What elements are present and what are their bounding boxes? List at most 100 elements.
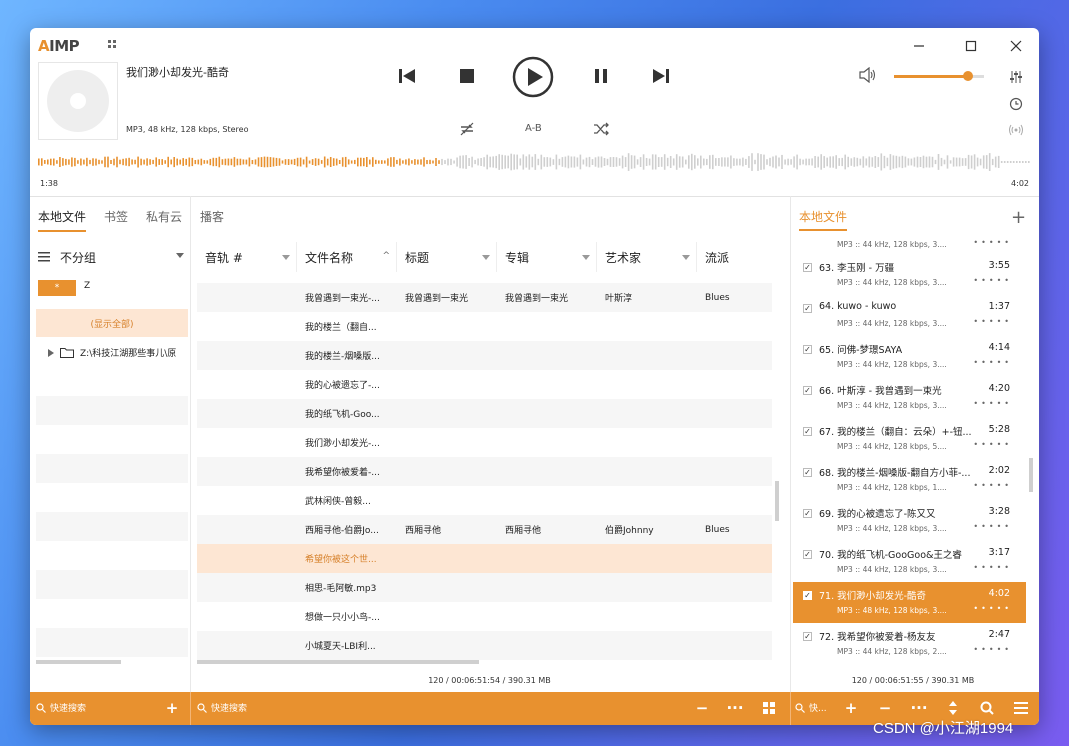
- rating-dots[interactable]: •••••: [973, 317, 1012, 326]
- list-item[interactable]: ✓ 68. 我的楼兰-烟嗓版-翻自方小菲-... 2:02 MP3 :: 44 kHz…: [793, 459, 1026, 500]
- rating-dots[interactable]: •••••: [973, 481, 1012, 490]
- playlist-search-button[interactable]: [976, 697, 998, 719]
- table-row[interactable]: 相思-毛阿敏.mp3: [197, 573, 772, 602]
- column-artist[interactable]: 艺术家: [597, 242, 697, 272]
- quick-search-playlist[interactable]: 快...: [795, 701, 827, 714]
- quick-search-groups[interactable]: 快速搜索: [36, 701, 86, 714]
- play-button[interactable]: [512, 56, 554, 98]
- list-item[interactable]: ✓ 70. 我的纸飞机-GooGoo&王之睿 3:17 MP3 :: 44 kHz, …: [793, 541, 1026, 582]
- repeat-button[interactable]: [458, 121, 476, 137]
- table-row[interactable]: 武林闲侠-曾毅...: [197, 486, 772, 515]
- table-row[interactable]: 我的心被遗忘了-...: [197, 370, 772, 399]
- table-row[interactable]: 我的楼兰-烟嗓版...: [197, 341, 772, 370]
- column-title[interactable]: 标题: [397, 242, 497, 272]
- minimize-button[interactable]: [899, 34, 939, 58]
- rating-dots[interactable]: •••••: [973, 645, 1012, 654]
- left-horizontal-scrollbar[interactable]: [36, 660, 121, 664]
- playlist-more-button[interactable]: ···: [908, 697, 930, 719]
- rating-dots[interactable]: •••••: [973, 358, 1012, 367]
- ab-repeat-button[interactable]: A-B: [525, 123, 542, 134]
- add-files-button[interactable]: +: [840, 697, 862, 719]
- pause-button[interactable]: [591, 66, 611, 86]
- checkbox[interactable]: ✓: [803, 263, 812, 272]
- volume-button[interactable]: [859, 66, 877, 87]
- radio-button[interactable]: [1008, 122, 1024, 138]
- shuffle-button[interactable]: [592, 121, 610, 137]
- column-track[interactable]: 音轨 #: [197, 242, 297, 272]
- scheduler-button[interactable]: [1008, 96, 1024, 112]
- volume-slider[interactable]: [894, 71, 984, 81]
- table-row[interactable]: 我希望你被爱着-...: [197, 457, 772, 486]
- playlist-menu-button[interactable]: [1010, 697, 1032, 719]
- list-item[interactable]: ✓ 71. 我们渺小却发光-酷奇 4:02 MP3 :: 48 kHz, 128 kb…: [793, 582, 1026, 623]
- table-row[interactable]: 小城夏天-LBI利...: [197, 631, 772, 660]
- checkbox[interactable]: ✓: [803, 345, 812, 354]
- table-row[interactable]: 我们渺小却发光-...: [197, 428, 772, 457]
- stop-button[interactable]: [457, 66, 477, 86]
- checkbox[interactable]: ✓: [803, 550, 812, 559]
- maximize-button[interactable]: [951, 34, 991, 58]
- quick-search-library[interactable]: 快速搜索: [197, 701, 247, 714]
- folder-node[interactable]: Z:\科技江湖那些事儿\原: [48, 346, 188, 359]
- column-album[interactable]: 专辑: [497, 242, 597, 272]
- table-row[interactable]: 希望你被这个世...: [197, 544, 772, 573]
- list-item[interactable]: ✓ 72. 我希望你被爱着-杨友友 2:47 MP3 :: 44 kHz, 128 k…: [793, 623, 1026, 664]
- sort-button[interactable]: [942, 697, 964, 719]
- column-filename[interactable]: 文件名称 ^: [297, 242, 397, 272]
- table-vertical-scrollbar[interactable]: [775, 481, 779, 521]
- list-item[interactable]: ✓ 65. 问佛-梦璟SAYA 4:14 MP3 :: 44 kHz, 128 kbp…: [793, 336, 1026, 377]
- tab-private-cloud[interactable]: 私有云: [146, 208, 182, 232]
- remove-button[interactable]: −: [691, 697, 713, 719]
- list-item[interactable]: ✓ 63. 李玉刚 - 万疆 3:55 MP3 :: 44 kHz, 128 kbps…: [793, 254, 1026, 295]
- table-row[interactable]: 我的楼兰（翻自...: [197, 312, 772, 341]
- show-all-item[interactable]: (显示全部): [36, 309, 188, 337]
- checkbox[interactable]: ✓: [803, 509, 812, 518]
- table-row[interactable]: 想做一只小小鸟-...: [197, 602, 772, 631]
- add-group-button[interactable]: +: [161, 697, 183, 719]
- playlist-scrollbar[interactable]: [1029, 458, 1033, 492]
- view-grid-button[interactable]: [758, 697, 780, 719]
- tab-bookmarks[interactable]: 书签: [104, 208, 128, 232]
- playlist-tab[interactable]: 本地文件: [799, 208, 848, 231]
- tab-podcasts[interactable]: 播客: [200, 208, 224, 232]
- list-item[interactable]: ✓ 66. 叶斯淳 - 我曾遇到一束光 4:20 MP3 :: 44 kHz, 128…: [793, 377, 1026, 418]
- more-button[interactable]: ···: [724, 697, 746, 719]
- rating-dots[interactable]: •••••: [973, 440, 1012, 449]
- table-horizontal-scrollbar[interactable]: [197, 660, 479, 664]
- volume-knob[interactable]: [962, 71, 973, 81]
- table-row[interactable]: 我的纸飞机-Goo...: [197, 399, 772, 428]
- remove-files-button[interactable]: −: [874, 697, 896, 719]
- aimp-logo[interactable]: AIMP: [38, 37, 80, 55]
- rating-dots[interactable]: •••••: [973, 276, 1012, 285]
- list-item[interactable]: ✓ 67. 我的楼兰（翻自：云朵）+-钮... 5:28 MP3 :: 44 kHz,…: [793, 418, 1026, 459]
- filter-star-badge[interactable]: *: [38, 280, 76, 296]
- filter-letter[interactable]: Z: [84, 281, 90, 291]
- rating-dots[interactable]: •••••: [973, 522, 1012, 531]
- next-button[interactable]: [651, 66, 671, 86]
- table-row[interactable]: 我曾遇到一束光-... 我曾遇到一束光 我曾遇到一束光 叶斯淳 Blues: [197, 283, 772, 312]
- grouping-selector[interactable]: 不分组: [30, 242, 190, 272]
- menu-grip-icon[interactable]: [108, 40, 118, 50]
- previous-button[interactable]: [397, 66, 417, 86]
- checkbox[interactable]: ✓: [803, 632, 812, 641]
- rating-dots[interactable]: •••••: [973, 238, 1012, 247]
- list-item[interactable]: MP3 :: 44 kHz, 128 kbps, 3.... •••••: [793, 236, 1026, 254]
- list-item[interactable]: ✓ 69. 我的心被遗忘了-陈又又 3:28 MP3 :: 44 kHz, 128 k…: [793, 500, 1026, 541]
- waveform-bar: [733, 158, 735, 166]
- checkbox[interactable]: ✓: [803, 468, 812, 477]
- checkbox[interactable]: ✓: [803, 591, 812, 600]
- table-row[interactable]: 西厢寻他-伯爵Jo... 西厢寻他 西厢寻他 伯爵Johnny Blues: [197, 515, 772, 544]
- tab-local-files[interactable]: 本地文件: [38, 208, 87, 232]
- equalizer-button[interactable]: [1008, 69, 1024, 85]
- add-playlist-button[interactable]: +: [1011, 207, 1026, 228]
- checkbox[interactable]: ✓: [803, 386, 812, 395]
- close-button[interactable]: [996, 34, 1036, 58]
- waveform-seekbar[interactable]: [38, 148, 1031, 176]
- rating-dots[interactable]: •••••: [973, 399, 1012, 408]
- rating-dots[interactable]: •••••: [973, 604, 1012, 613]
- list-item[interactable]: ✓ 64. kuwo - kuwo 1:37 MP3 :: 44 kHz, 128 k…: [793, 295, 1026, 336]
- checkbox[interactable]: ✓: [803, 304, 812, 313]
- column-genre[interactable]: 流派: [697, 242, 772, 272]
- checkbox[interactable]: ✓: [803, 427, 812, 436]
- rating-dots[interactable]: •••••: [973, 563, 1012, 572]
